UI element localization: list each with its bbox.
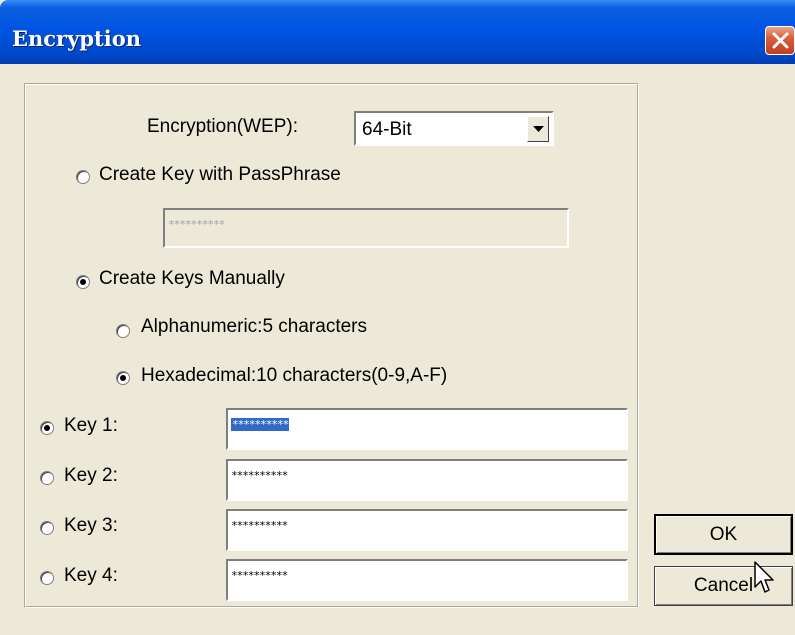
encryption-dialog: Encryption Encryption(WEP): 64-Bit Creat…: [0, 0, 795, 635]
key4-input[interactable]: **********: [226, 559, 628, 601]
key3-radio[interactable]: [40, 521, 54, 535]
dropdown-arrow-button[interactable]: [527, 116, 549, 142]
encryption-select[interactable]: 64-Bit: [354, 111, 554, 146]
passphrase-radio[interactable]: [76, 170, 90, 184]
encryption-select-value: 64-Bit: [362, 119, 412, 140]
key2-label: Key 2:: [64, 465, 118, 486]
title-bar: Encryption: [0, 0, 795, 64]
key2-input[interactable]: **********: [226, 459, 628, 501]
mouse-pointer-icon: [754, 561, 774, 593]
alphanumeric-label: Alphanumeric:5 characters: [141, 316, 367, 337]
hexadecimal-label: Hexadecimal:10 characters(0-9,A-F): [141, 365, 448, 386]
key4-label: Key 4:: [64, 565, 118, 586]
manual-keys-label: Create Keys Manually: [99, 268, 285, 289]
key3-value: **********: [231, 519, 288, 532]
hexadecimal-radio[interactable]: [116, 371, 130, 385]
alphanumeric-radio[interactable]: [116, 324, 130, 338]
close-icon: [772, 32, 789, 49]
passphrase-input[interactable]: **********: [163, 208, 569, 248]
key1-value: **********: [231, 418, 289, 431]
window-title: Encryption: [12, 26, 141, 51]
radio-selected-dot: [120, 375, 126, 381]
encryption-label: Encryption(WEP):: [147, 116, 298, 137]
key4-radio[interactable]: [40, 571, 54, 585]
key3-input[interactable]: **********: [226, 509, 628, 551]
key1-radio[interactable]: [40, 421, 54, 435]
key2-radio[interactable]: [40, 471, 54, 485]
key3-label: Key 3:: [64, 515, 118, 536]
close-button[interactable]: [765, 26, 795, 55]
radio-selected-dot: [44, 425, 50, 431]
passphrase-value: **********: [168, 218, 225, 231]
key2-value: **********: [231, 469, 288, 482]
key4-value: **********: [231, 569, 288, 582]
radio-selected-dot: [80, 279, 86, 285]
key1-label: Key 1:: [64, 415, 118, 436]
passphrase-label: Create Key with PassPhrase: [99, 164, 341, 185]
chevron-down-icon: [533, 126, 544, 132]
ok-button[interactable]: OK: [654, 514, 793, 555]
manual-keys-radio[interactable]: [76, 275, 90, 289]
key1-input[interactable]: **********: [226, 408, 628, 450]
